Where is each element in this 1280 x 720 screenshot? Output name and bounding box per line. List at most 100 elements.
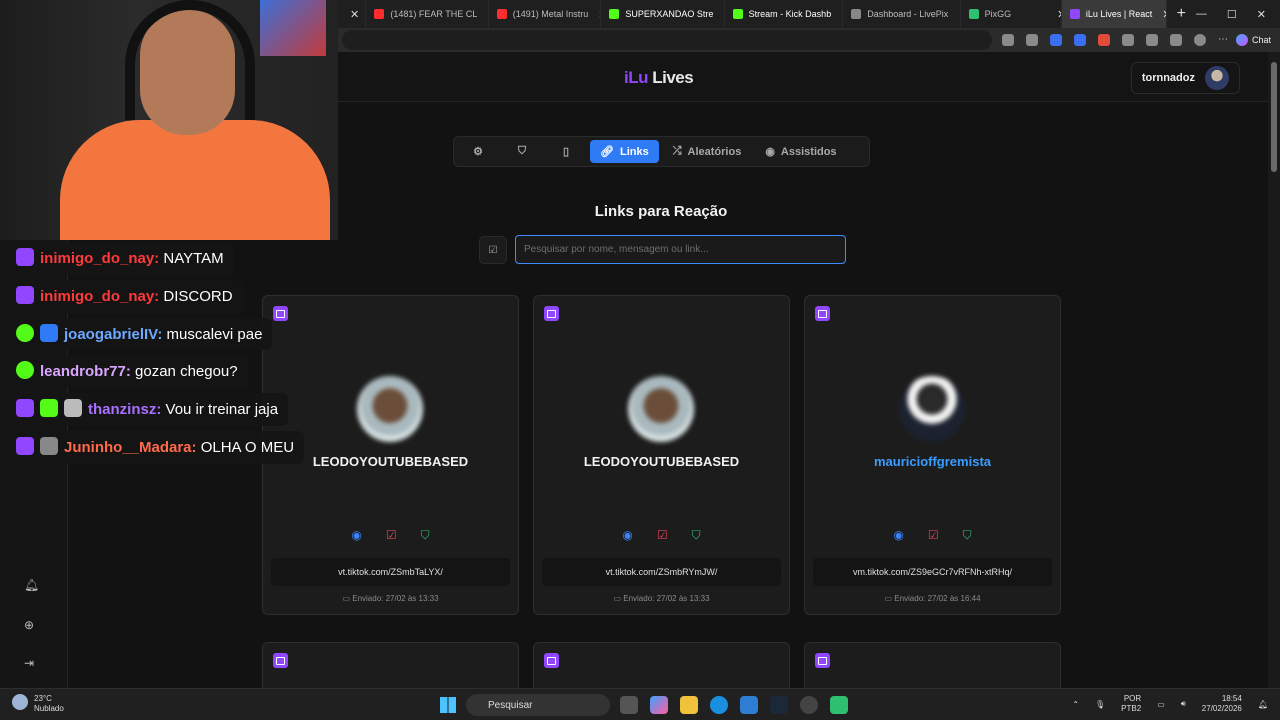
app-header: iLu Lives tornnadoz bbox=[338, 52, 1268, 102]
more-icon[interactable]: ⋯ bbox=[1218, 34, 1230, 46]
time-text: 18:54 bbox=[1221, 694, 1242, 703]
windows-start-icon[interactable] bbox=[440, 697, 456, 713]
copilot-chat-button[interactable]: Chat bbox=[1236, 34, 1271, 46]
shield-icon[interactable]: ⛉ bbox=[963, 528, 972, 543]
eye-icon[interactable]: ◉ bbox=[622, 528, 632, 543]
twitch-icon bbox=[16, 248, 34, 266]
tab-label: SUPERXANDAO Stre bbox=[625, 9, 714, 19]
maximize-icon[interactable]: ☐ bbox=[1227, 8, 1237, 21]
chat-message: inimigo_do_nay: NAYTAM bbox=[6, 242, 336, 280]
tab-links[interactable]: 🔗︎ Links bbox=[590, 140, 659, 163]
browser-tab[interactable]: Stream - Kick Dashb✕ bbox=[725, 0, 844, 28]
weather-text: Nublado bbox=[34, 703, 64, 713]
chat-message: joaogabrielIV: muscalevi pae bbox=[6, 317, 336, 356]
logout-icon[interactable]: ⇥ bbox=[24, 656, 40, 672]
language-indicator[interactable]: POR PTB2 bbox=[1121, 694, 1141, 715]
tab-label: Assistidos bbox=[780, 145, 837, 158]
tab-random[interactable]: ⤮ Aleatórios bbox=[663, 140, 752, 163]
scroll-thumb[interactable] bbox=[1271, 62, 1277, 172]
photos-icon[interactable] bbox=[740, 696, 758, 714]
shield-icon[interactable]: ⛉ bbox=[692, 528, 701, 543]
obs-icon[interactable] bbox=[800, 696, 818, 714]
record-icon[interactable] bbox=[1098, 34, 1110, 46]
card-link[interactable]: vt.tiktok.com/ZSmbTaLYX/ bbox=[271, 558, 510, 586]
favorites-icon[interactable] bbox=[1146, 34, 1158, 46]
download-icon[interactable] bbox=[1170, 34, 1182, 46]
translate-icon[interactable] bbox=[1074, 34, 1086, 46]
card-link[interactable]: vm.tiktok.com/ZS9eGCr7vRFNh-xtRHq/ bbox=[813, 558, 1052, 586]
copilot-icon[interactable] bbox=[650, 696, 668, 714]
chat-message: thanzinsz: Vou ir treinar jaja bbox=[6, 393, 336, 431]
cloud-icon bbox=[12, 694, 28, 710]
copilot-icon bbox=[1236, 34, 1248, 46]
card-username[interactable]: mauricioffgremista bbox=[805, 454, 1060, 469]
chat-message: leandrobr77: gozan chegou? bbox=[6, 355, 336, 393]
tab-close-first[interactable]: ✕ bbox=[338, 0, 367, 28]
browser-tab[interactable]: Dashboard - LivePix✕ bbox=[843, 0, 961, 28]
clock[interactable]: 18:54 27/02/2026 bbox=[1202, 694, 1242, 715]
link-card: LEODOYOUTUBEBASED ◉ ☑ ⛉ vt.tiktok.com/ZS… bbox=[533, 295, 790, 615]
sent-text: Enviado: 27/02 às 16:44 bbox=[894, 594, 981, 603]
close-icon[interactable]: ✕ bbox=[350, 8, 359, 21]
tab-device[interactable]: ▯ bbox=[546, 140, 586, 163]
volume-icon[interactable]: 🔊︎ bbox=[1181, 699, 1186, 709]
eye-icon[interactable]: ◉ bbox=[893, 528, 903, 543]
chat-user: joaogabrielIV: bbox=[64, 325, 163, 343]
link-card: mauricioffgremista ◉ ☑ ⛉ vm.tiktok.com/Z… bbox=[804, 295, 1061, 615]
browser-tab-active[interactable]: iLu Lives | React✕ bbox=[1061, 0, 1167, 28]
chat-overlay: inimigo_do_nay: NAYTAM inimigo_do_nay: D… bbox=[6, 242, 336, 469]
select-all-button[interactable]: ☑ bbox=[479, 236, 507, 264]
logo-lives: Lives bbox=[652, 68, 694, 87]
microphone-icon[interactable]: 🎙︎ bbox=[1095, 700, 1105, 709]
eye-icon[interactable]: ◉ bbox=[351, 528, 361, 543]
minimize-icon[interactable]: — bbox=[1196, 8, 1207, 21]
chat-text: gozan chegou? bbox=[135, 363, 238, 381]
livepix-icon bbox=[851, 9, 862, 19]
card-link[interactable]: vt.tiktok.com/ZSmbRYmJW/ bbox=[542, 558, 781, 586]
ilu-icon bbox=[1069, 9, 1080, 19]
new-tab-button[interactable]: + bbox=[1167, 5, 1196, 23]
chevron-up-icon[interactable]: ⌃ bbox=[1072, 700, 1079, 709]
close-window-icon[interactable]: ✕ bbox=[1257, 8, 1266, 21]
address-bar[interactable] bbox=[342, 30, 992, 50]
notification-icon[interactable]: 🔔︎ bbox=[1258, 700, 1268, 709]
refresh-icon[interactable] bbox=[1122, 34, 1134, 46]
profile-icon[interactable] bbox=[1194, 34, 1206, 46]
browser-tab[interactable]: (1491) Metal Instru✕ bbox=[489, 0, 602, 28]
steam-icon[interactable] bbox=[770, 696, 788, 714]
check-square-icon[interactable]: ☑ bbox=[928, 528, 939, 543]
extension-icon[interactable] bbox=[1026, 34, 1038, 46]
taskbar-apps bbox=[620, 696, 848, 714]
file-explorer-icon[interactable] bbox=[680, 696, 698, 714]
card-actions: ◉ ☑ ⛉ bbox=[805, 528, 1060, 543]
youtube-icon bbox=[374, 9, 385, 19]
edge-icon[interactable] bbox=[710, 696, 728, 714]
browser-tab[interactable]: (1481) FEAR THE CL✕ bbox=[366, 0, 489, 28]
bell-icon[interactable]: 🔔︎ bbox=[24, 578, 40, 594]
card-sent: ▭ Enviado: 27/02 às 13:33 bbox=[263, 594, 518, 603]
app-icon[interactable] bbox=[830, 696, 848, 714]
page-scrollbar[interactable] bbox=[1268, 52, 1280, 688]
tablet-icon: ▯ bbox=[562, 146, 570, 158]
tab-moderation[interactable]: ⛉ bbox=[502, 140, 542, 163]
gear-icon: ⚙ bbox=[473, 146, 483, 158]
search-input[interactable] bbox=[515, 235, 846, 264]
tab-watched[interactable]: ◉ Assistidos bbox=[755, 140, 846, 163]
taskbar-search-label: Pesquisar bbox=[488, 699, 533, 711]
network-icon[interactable]: ▭ bbox=[1157, 700, 1165, 709]
tab-settings[interactable]: ⚙ bbox=[458, 140, 498, 163]
user-menu[interactable]: tornnadoz bbox=[1130, 62, 1240, 94]
shield-ext-icon[interactable] bbox=[1050, 34, 1062, 46]
check-square-icon[interactable]: ☑ bbox=[657, 528, 668, 543]
browser-tab[interactable]: PixGG✕ bbox=[961, 0, 1062, 28]
star-icon[interactable] bbox=[1002, 34, 1014, 46]
weather-widget[interactable]: 23°C Nublado bbox=[12, 694, 64, 713]
app-logo[interactable]: iLu Lives bbox=[624, 68, 694, 88]
task-view-icon[interactable] bbox=[620, 696, 638, 714]
help-icon[interactable]: ⊕ bbox=[24, 618, 40, 634]
taskbar: 23°C Nublado Pesquisar ⌃ 🎙︎ POR PTB2 ▭ 🔊︎ … bbox=[0, 688, 1280, 720]
check-square-icon[interactable]: ☑ bbox=[386, 528, 397, 543]
browser-tab[interactable]: SUPERXANDAO Stre✕ bbox=[601, 0, 725, 28]
shield-icon[interactable]: ⛉ bbox=[421, 528, 430, 543]
taskbar-search[interactable]: Pesquisar bbox=[466, 694, 610, 716]
